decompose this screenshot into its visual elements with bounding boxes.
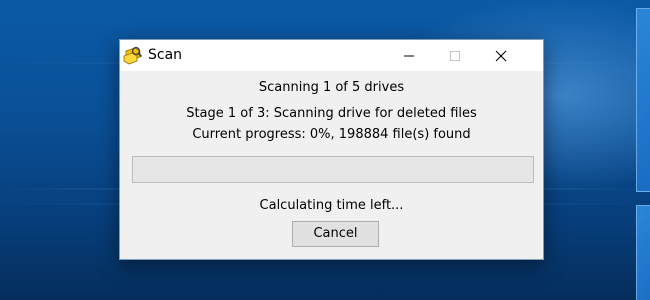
close-icon [495, 50, 507, 62]
wallpaper-window-pane [636, 205, 650, 300]
window-title: Scan [148, 47, 183, 63]
stage-status-text: Stage 1 of 3: Scanning drive for deleted… [186, 106, 477, 121]
progress-status-text: Current progress: 0%, 198884 file(s) fou… [192, 127, 471, 142]
minimize-button[interactable] [386, 40, 432, 71]
close-button[interactable] [478, 40, 524, 71]
minimize-icon [404, 55, 414, 57]
title-bar[interactable]: Scan [120, 40, 543, 71]
time-left-text: Calculating time left... [259, 198, 404, 213]
scan-app-icon [123, 45, 143, 65]
wallpaper-window-pane [636, 8, 650, 192]
scan-dialog: Scan Scanning 1 of 5 drives Stage 1 of 3… [119, 39, 544, 260]
drives-status-text: Scanning 1 of 5 drives [258, 80, 405, 95]
maximize-icon [450, 51, 460, 61]
cancel-button[interactable]: Cancel [292, 221, 379, 247]
scan-progress-bar [132, 156, 534, 183]
maximize-button[interactable] [432, 40, 478, 71]
